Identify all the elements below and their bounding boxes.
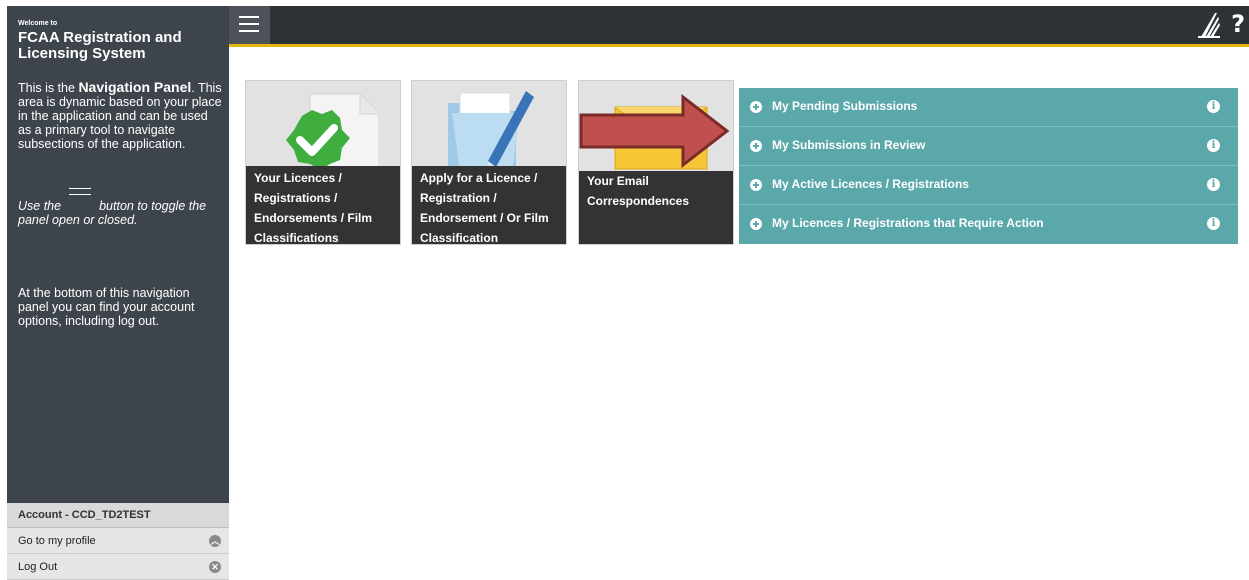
welcome-label: Welcome to (18, 20, 58, 27)
hamburger-icon (69, 188, 92, 202)
go-to-profile-label: Go to my profile (18, 535, 96, 547)
nav-panel-description: This is the Navigation Panel. This area … (18, 79, 222, 151)
tile-caption: Your Email Correspondences (579, 171, 733, 244)
expand-plus-icon (750, 101, 762, 113)
info-icon[interactable]: i (1207, 100, 1220, 113)
tile-caption: Your Licences / Registrations / Endorsem… (246, 166, 400, 244)
annotation-arrow (579, 93, 730, 169)
submissions-accordion: My Pending Submissions i My Submissions … (739, 88, 1238, 244)
hamburger-icon (239, 16, 259, 18)
accordion-item-require-action[interactable]: My Licences / Registrations that Require… (739, 205, 1238, 244)
accordion-label: My Pending Submissions (772, 99, 918, 113)
log-out-label: Log Out (18, 561, 58, 573)
help-button[interactable]: ? (1231, 10, 1245, 38)
account-panel: Account - CCD_TD2TEST Go to my profile ︿… (7, 503, 229, 580)
close-icon: ✕ (209, 561, 221, 573)
accordion-label: My Submissions in Review (772, 138, 926, 152)
accordion-item-active[interactable]: My Active Licences / Registrations i (739, 166, 1238, 205)
accordion-item-pending[interactable]: My Pending Submissions i (739, 88, 1238, 127)
tile-your-licences[interactable]: Your Licences / Registrations / Endorsem… (245, 80, 401, 245)
top-bar: ? (229, 6, 1249, 44)
tile-apply-licence[interactable]: Apply for a Licence / Registration / End… (411, 80, 567, 245)
top-bar-accent (229, 44, 1249, 47)
folder-pen-icon (448, 91, 534, 173)
go-to-profile-button[interactable]: Go to my profile ︿ (7, 528, 229, 554)
info-icon[interactable]: i (1207, 139, 1220, 152)
app-title: FCAA Registration and Licensing System (18, 29, 182, 62)
navigation-panel: Welcome to FCAA Registration and Licensi… (7, 6, 229, 580)
saskatchewan-logo (1198, 13, 1220, 38)
tile-caption: Apply for a Licence / Registration / End… (412, 166, 566, 244)
expand-plus-icon (750, 179, 762, 191)
account-options-description: At the bottom of this navigation panel y… (18, 286, 195, 328)
account-header: Account - CCD_TD2TEST (7, 503, 229, 528)
accordion-label: My Active Licences / Registrations (772, 177, 969, 191)
info-icon[interactable]: i (1207, 217, 1220, 230)
log-out-button[interactable]: Log Out ✕ (7, 554, 229, 580)
accordion-item-in-review[interactable]: My Submissions in Review i (739, 127, 1238, 166)
menu-toggle-button[interactable] (229, 6, 270, 44)
accordion-label: My Licences / Registrations that Require… (772, 216, 1044, 230)
toggle-instructions: Use the button to toggle the panel open o… (18, 188, 223, 227)
expand-plus-icon (750, 140, 762, 152)
chevron-up-icon: ︿ (209, 535, 221, 547)
expand-plus-icon (750, 218, 762, 230)
checkmark-document-icon (286, 93, 378, 171)
info-icon[interactable]: i (1207, 178, 1220, 191)
